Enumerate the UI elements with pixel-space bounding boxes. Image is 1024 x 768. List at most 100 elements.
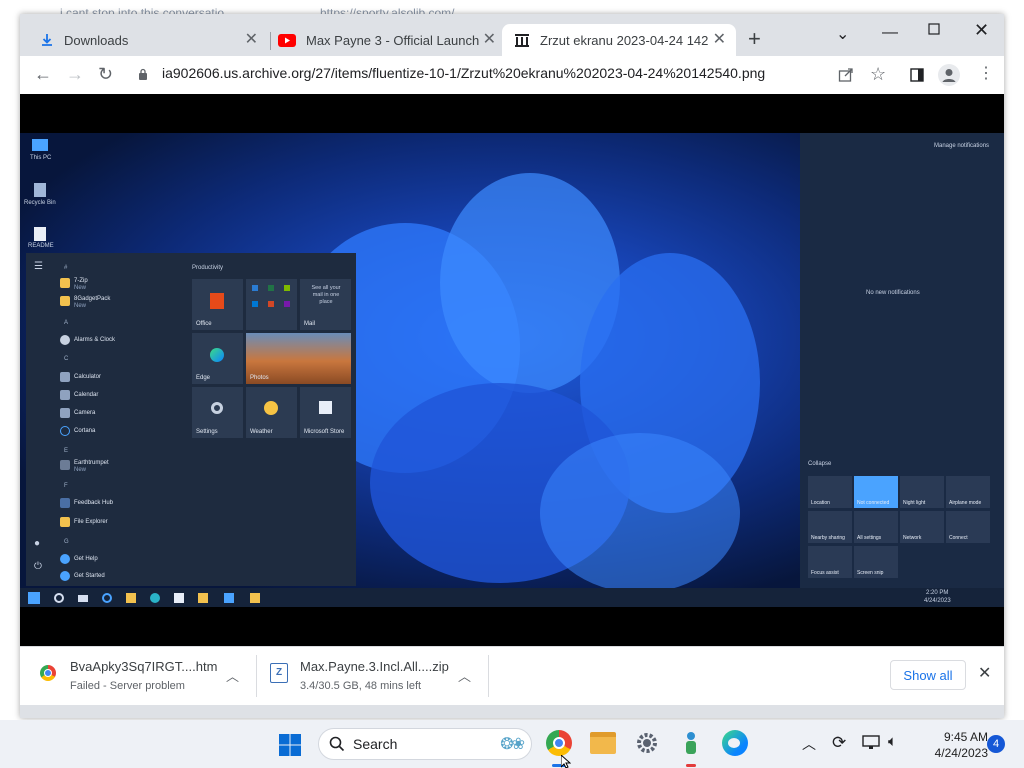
close-tab-icon[interactable]: ✕: [713, 30, 726, 50]
share-icon[interactable]: [838, 67, 854, 83]
app-camera[interactable]: Camera: [74, 410, 95, 416]
tab-max-payne[interactable]: Max Payne 3 - Official Launch Tr ✕: [266, 24, 506, 56]
quick-setting-network[interactable]: Network: [900, 511, 944, 543]
search-icon[interactable]: [54, 593, 64, 603]
show-all-button[interactable]: Show all: [890, 660, 966, 690]
quick-setting-focus[interactable]: Focus assist: [808, 546, 852, 578]
user-avatar-icon[interactable]: ●: [34, 538, 40, 549]
group-header: A: [64, 320, 69, 326]
bookmark-star-icon[interactable]: ☆: [870, 64, 886, 84]
power-icon[interactable]: ⏻: [34, 561, 42, 572]
profile-avatar[interactable]: [938, 64, 960, 86]
search-icon: [329, 736, 345, 752]
show-hidden-icons-chevron-icon[interactable]: ︿: [802, 734, 816, 754]
tile-mail[interactable]: See all your mail in one place Mail: [300, 279, 351, 330]
cortana-icon[interactable]: [102, 593, 112, 603]
address-bar[interactable]: ia902606.us.archive.org/27/items/fluenti…: [162, 65, 765, 81]
recycle-bin-icon[interactable]: [34, 183, 46, 197]
start-logo-icon[interactable]: [28, 592, 40, 604]
forward-arrow-icon[interactable]: →: [66, 64, 84, 84]
close-download-bar-icon[interactable]: ✕: [978, 663, 991, 683]
tab-downloads[interactable]: Downloads ✕: [28, 24, 268, 56]
manage-notifications-link[interactable]: Manage notifications: [934, 143, 989, 149]
close-window-icon[interactable]: ✕: [974, 20, 989, 41]
quick-setting-location[interactable]: Location: [808, 476, 852, 508]
minimize-icon[interactable]: —: [882, 24, 898, 42]
tab-zrzut-ekranu[interactable]: Zrzut ekranu 2023-04-24 14254( ✕: [502, 24, 736, 56]
app-earthtrumpet[interactable]: Earthtrumpet: [74, 460, 109, 466]
tile-settings[interactable]: Settings: [192, 387, 243, 438]
quick-setting-night-light[interactable]: Night light: [900, 476, 944, 508]
settings-gear-taskbar-icon[interactable]: [634, 730, 660, 756]
app-8gadgetpack[interactable]: 8GadgetPack: [74, 296, 110, 302]
app-alarms[interactable]: Alarms & Clock: [74, 337, 115, 343]
app-calendar[interactable]: Calendar: [74, 392, 98, 398]
app-icon[interactable]: [198, 593, 208, 603]
maximize-icon[interactable]: [928, 22, 940, 40]
side-panel-icon[interactable]: [910, 68, 924, 82]
app-icon[interactable]: [224, 593, 234, 603]
url-host: ia902606.us.archive.org: [162, 65, 312, 81]
tile-edge[interactable]: Edge: [192, 333, 243, 384]
quick-setting-nearby[interactable]: Nearby sharing: [808, 511, 852, 543]
app-new-badge: New: [74, 285, 87, 291]
tab-search-chevron-icon[interactable]: ⌄: [836, 24, 849, 44]
download-icon: [42, 34, 52, 46]
tile-office-apps[interactable]: [246, 279, 297, 330]
productivity-header: Productivity: [192, 265, 224, 271]
app-get-help[interactable]: Get Help: [74, 556, 98, 562]
download-2-chevron-icon[interactable]: ︿: [458, 666, 471, 685]
task-view-icon[interactable]: [78, 595, 88, 602]
readme-icon[interactable]: [34, 227, 46, 241]
app-feedback-hub[interactable]: Feedback Hub: [74, 500, 113, 506]
app-7zip[interactable]: 7-Zip: [74, 278, 88, 284]
network-icon[interactable]: [862, 735, 880, 751]
quick-setting-bluetooth[interactable]: Not connected: [854, 476, 898, 508]
menu-kebab-icon[interactable]: ⋮: [978, 64, 994, 84]
edge-taskbar-icon[interactable]: [722, 730, 748, 756]
earthtrumpet-icon: [60, 460, 70, 470]
hamburger-icon[interactable]: ☰: [34, 261, 43, 272]
reload-icon[interactable]: ↻: [98, 64, 113, 84]
tile-store[interactable]: Microsoft Store: [300, 387, 351, 438]
back-arrow-icon[interactable]: ←: [34, 64, 52, 84]
sync-icon[interactable]: ⟳: [832, 733, 846, 753]
quick-setting-screen-snip[interactable]: Screen snip: [854, 546, 898, 578]
close-tab-icon[interactable]: ✕: [483, 30, 496, 50]
tile-office[interactable]: Office: [192, 279, 243, 330]
notification-count-badge[interactable]: 4: [987, 735, 1005, 753]
taskbar-clock[interactable]: 9:45 AM 4/24/2023: [916, 729, 988, 761]
quick-setting-airplane[interactable]: Airplane mode: [946, 476, 990, 508]
download-1-filename[interactable]: BvaApky3Sq7IRGT....htm: [70, 659, 217, 674]
search-highlight-icon: ❂❀: [500, 736, 525, 753]
quick-setting-connect[interactable]: Connect: [946, 511, 990, 543]
file-explorer-icon[interactable]: [126, 593, 136, 603]
quick-setting-all-settings[interactable]: All settings: [854, 511, 898, 543]
download-1-chevron-icon[interactable]: ︿: [226, 666, 239, 685]
group-header: C: [64, 356, 69, 362]
app-calculator[interactable]: Calculator: [74, 374, 101, 380]
this-pc-icon[interactable]: [32, 139, 48, 151]
chrome-taskbar-icon[interactable]: [546, 730, 572, 756]
windows-start-icon[interactable]: [278, 733, 302, 757]
edge-icon[interactable]: [150, 593, 160, 603]
gear-icon: [211, 402, 223, 414]
desktop-icon-label: Recycle Bin: [24, 200, 56, 206]
file-explorer-taskbar-icon[interactable]: [590, 732, 616, 754]
taskbar-search-box[interactable]: Search ❂❀: [318, 728, 532, 760]
collapse-link[interactable]: Collapse: [808, 461, 831, 467]
app-taskbar-icon[interactable]: [678, 730, 704, 756]
download-2-filename[interactable]: Max.Payne.3.Incl.All....zip: [300, 659, 449, 674]
tile-photos[interactable]: Photos: [246, 333, 351, 384]
store-icon[interactable]: [174, 593, 184, 603]
new-tab-button[interactable]: +: [748, 28, 761, 50]
folder-icon: [60, 296, 70, 306]
app-get-started[interactable]: Get Started: [74, 573, 105, 579]
windows-taskbar: Search ❂❀ ︿ ⟳ 🔈︎ 9:45 AM 4/24/2023: [0, 720, 1024, 768]
app-cortana[interactable]: Cortana: [74, 428, 95, 434]
tile-weather[interactable]: Weather: [246, 387, 297, 438]
app-file-explorer[interactable]: File Explorer: [74, 519, 108, 525]
volume-icon[interactable]: 🔈︎: [888, 733, 897, 750]
close-tab-icon[interactable]: ✕: [245, 30, 258, 50]
app-icon[interactable]: [250, 593, 260, 603]
